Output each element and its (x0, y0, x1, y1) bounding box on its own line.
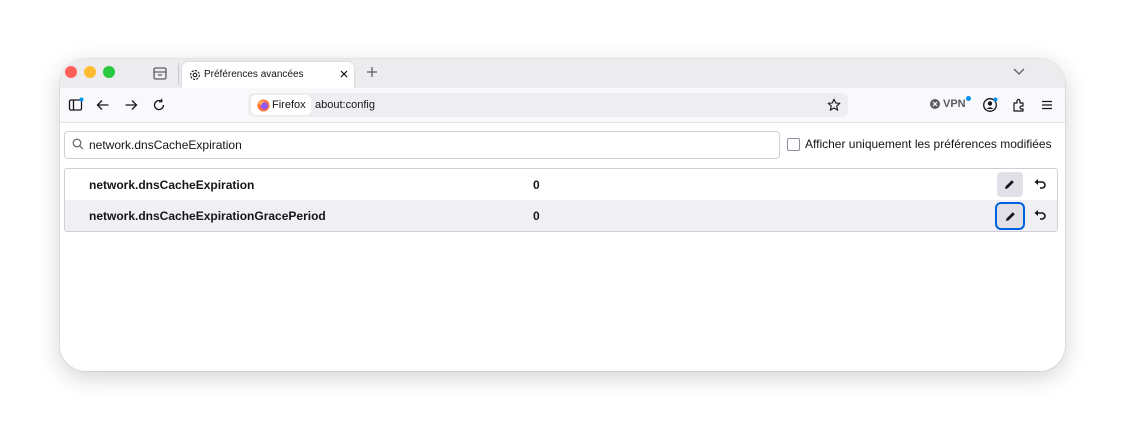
vpn-badge-dot (966, 96, 971, 101)
firefox-view-icon[interactable] (152, 64, 168, 82)
gear-icon (190, 70, 200, 80)
tab-bar: Préférences avancées (60, 59, 1065, 88)
show-modified-checkbox[interactable] (787, 138, 800, 151)
sidebar-icon[interactable] (68, 97, 84, 113)
chevron-down-icon[interactable] (1012, 66, 1026, 78)
table-row: network.dnsCacheExpirationGracePeriod 0 (65, 200, 1057, 231)
close-window-button[interactable] (65, 66, 77, 78)
pref-value: 0 (533, 209, 540, 223)
account-icon[interactable] (982, 97, 998, 113)
show-modified-label[interactable]: Afficher uniquement les préférences modi… (805, 137, 1052, 151)
star-icon[interactable] (827, 98, 841, 112)
undo-icon[interactable] (1033, 208, 1047, 222)
browser-window: Préférences avancées Firefox about:confi… (60, 59, 1065, 371)
tab-title: Préférences avancées (204, 69, 304, 80)
menu-icon[interactable] (1039, 97, 1055, 113)
minimize-window-button[interactable] (84, 66, 96, 78)
navigation-toolbar: Firefox about:config VPN (60, 88, 1065, 123)
firefox-logo-icon (257, 99, 270, 112)
pencil-icon (1005, 180, 1014, 189)
pref-value: 0 (533, 178, 540, 192)
pref-name: network.dnsCacheExpirationGracePeriod (89, 209, 326, 223)
tab-preferences[interactable]: Préférences avancées (182, 62, 354, 88)
close-icon[interactable] (338, 68, 350, 80)
pencil-icon (1006, 212, 1015, 221)
edit-button-focused[interactable] (995, 202, 1025, 230)
identity-label: Firefox (272, 99, 306, 111)
plus-icon[interactable] (365, 65, 379, 79)
pref-name: network.dnsCacheExpiration (89, 178, 255, 192)
url-text[interactable]: about:config (315, 99, 375, 111)
extensions-icon[interactable] (1011, 97, 1027, 113)
about-config-page: Afficher uniquement les préférences modi… (60, 123, 1065, 371)
table-row: network.dnsCacheExpiration 0 (65, 169, 1057, 200)
undo-icon[interactable] (1033, 177, 1047, 191)
preferences-table: network.dnsCacheExpiration 0 network.dns… (64, 168, 1058, 232)
tab-separator (178, 63, 179, 85)
search-box[interactable] (64, 131, 780, 159)
identity-box[interactable]: Firefox (251, 95, 311, 115)
edit-button[interactable] (997, 172, 1023, 197)
vpn-status-icon (930, 99, 940, 109)
zoom-window-button[interactable] (103, 66, 115, 78)
vpn-label: VPN (943, 98, 966, 110)
back-icon[interactable] (95, 97, 111, 113)
search-input[interactable] (89, 136, 769, 154)
search-icon (72, 138, 84, 150)
forward-icon[interactable] (123, 97, 139, 113)
reload-icon[interactable] (151, 97, 167, 113)
url-bar[interactable]: Firefox about:config (248, 93, 848, 117)
